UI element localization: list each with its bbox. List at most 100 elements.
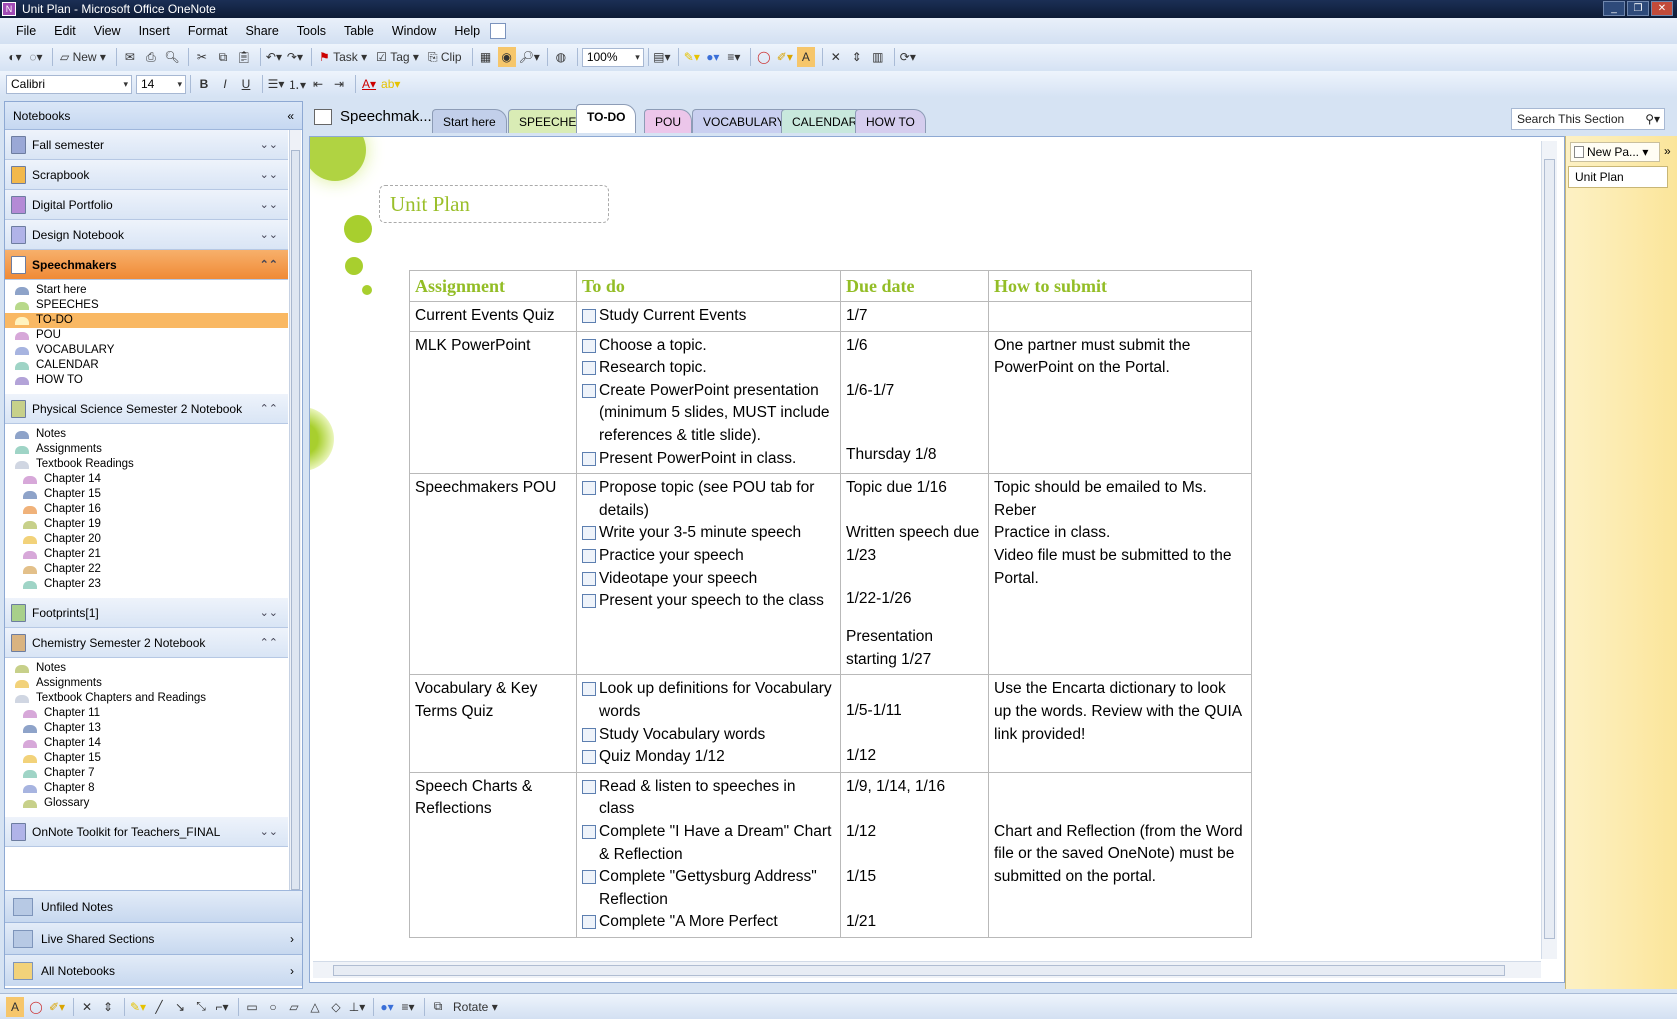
due-date-text[interactable]: Topic due 1/16 <box>846 477 983 522</box>
menu-insert[interactable]: Insert <box>131 24 180 38</box>
zoom-select[interactable]: 100% <box>581 47 644 67</box>
search-icon[interactable]: ⚲▾ <box>1645 109 1660 129</box>
restore-button[interactable]: ❐ <box>1627 1 1649 16</box>
todo-checkbox[interactable] <box>582 451 596 466</box>
increase-indent-icon[interactable]: ⇥ <box>330 74 348 94</box>
section-how-to[interactable]: HOW TO <box>5 373 288 388</box>
section-glossary[interactable]: Glossary <box>5 796 288 811</box>
page-view-icon[interactable]: ▤▾ <box>653 47 671 67</box>
todo-text[interactable]: Choose a topic. <box>599 335 707 358</box>
todo-text[interactable]: Look up definitions for Vocabulary words <box>599 678 835 723</box>
notebook-toolkit[interactable]: OnNote Toolkit for Teachers_FINAL ⌄⌄ <box>5 817 288 847</box>
new-button[interactable]: ▱ New ▾ <box>57 47 109 67</box>
due-date-text[interactable]: 1/21 <box>846 911 983 934</box>
page-tab-unit-plan[interactable]: Unit Plan <box>1568 166 1668 188</box>
copy-icon[interactable]: ⧉ <box>214 47 232 67</box>
table-icon[interactable]: ▦ <box>477 47 495 67</box>
todo-text[interactable]: Present your speech to the class <box>599 590 824 613</box>
axes-icon[interactable]: ⌐▾ <box>213 997 231 1017</box>
section-assignments[interactable]: Assignments <box>5 442 288 457</box>
notebook-chemistry[interactable]: Chemistry Semester 2 Notebook ⌃⌃ <box>5 628 288 658</box>
submit-text[interactable]: Practice in class. <box>994 522 1246 545</box>
due-date-text[interactable]: 1/5-1/11 <box>846 700 983 745</box>
forward-icon[interactable]: ◌▾ <box>27 47 45 67</box>
web-icon[interactable]: ◍ <box>552 47 570 67</box>
submit-cell[interactable]: Use the Encarta dictionary to look up th… <box>988 674 1252 773</box>
color-icon[interactable]: ●▾ <box>378 997 396 1017</box>
page-title[interactable]: Unit Plan <box>379 185 609 223</box>
section-chapter[interactable]: Chapter 16 <box>5 502 288 517</box>
minimize-button[interactable]: _ <box>1603 1 1625 16</box>
type-select-icon[interactable]: A <box>796 47 815 67</box>
todo-checkbox[interactable] <box>582 548 596 563</box>
todo-checkbox[interactable] <box>582 824 596 839</box>
diamond-icon[interactable]: ◇ <box>327 997 345 1017</box>
section-chapter[interactable]: Chapter 14 <box>5 736 288 751</box>
todo-checkbox[interactable] <box>582 594 596 609</box>
paste-icon[interactable]: 📋︎ <box>235 47 253 67</box>
page-horizontal-scrollbar[interactable] <box>313 961 1541 978</box>
search-input[interactable]: Search This Section ⚲▾ <box>1511 108 1665 130</box>
notebook-digital-portfolio[interactable]: Digital Portfolio ⌄⌄ <box>5 190 288 220</box>
todo-checkbox[interactable] <box>582 727 596 742</box>
arrow-icon[interactable]: ↘ <box>171 997 189 1017</box>
notebook-fall-semester[interactable]: Fall semester ⌄⌄ <box>5 130 288 160</box>
todo-text[interactable]: Videotape your speech <box>599 568 757 591</box>
notebook-speechmakers[interactable]: Speechmakers ⌃⌃ <box>5 250 288 280</box>
todo-checkbox[interactable] <box>582 526 596 541</box>
line-icon[interactable]: ╱ <box>150 997 168 1017</box>
todo-text[interactable]: Study Vocabulary words <box>599 724 765 747</box>
menu-file[interactable]: File <box>8 24 46 38</box>
email-icon[interactable]: ✉ <box>121 47 139 67</box>
horizontal-scroll-thumb[interactable] <box>333 965 1505 976</box>
all-notebooks-button[interactable]: All Notebooks › <box>5 954 302 986</box>
assignment-cell[interactable]: MLK PowerPoint <box>409 330 577 475</box>
cut-icon[interactable]: ✂ <box>193 47 211 67</box>
help-context-icon[interactable] <box>490 23 507 39</box>
assignment-cell[interactable]: Current Events Quiz <box>409 301 577 332</box>
section-start-here[interactable]: Start here <box>5 283 288 298</box>
todo-checkbox[interactable] <box>582 571 596 586</box>
font-select[interactable]: Calibri <box>6 74 132 94</box>
underline-button[interactable]: U <box>237 74 255 94</box>
due-date-text[interactable]: 1/12 <box>846 745 983 768</box>
submit-cell[interactable]: One partner must submit the PowerPoint o… <box>988 330 1252 475</box>
section-chapter[interactable]: Chapter 21 <box>5 547 288 562</box>
tab-pou[interactable]: POU <box>644 109 693 133</box>
collapse-nav-icon[interactable]: « <box>287 109 294 123</box>
todo-text[interactable]: Read & listen to speeches in class <box>599 776 835 821</box>
highlighter-icon[interactable]: ✎▾ <box>683 47 701 67</box>
lasso-icon[interactable]: ◯ <box>755 47 773 67</box>
section-chapter[interactable]: Chapter 22 <box>5 562 288 577</box>
menu-table[interactable]: Table <box>336 24 384 38</box>
italic-button[interactable]: I <box>216 74 234 94</box>
todo-text[interactable]: Create PowerPoint presentation (minimum … <box>599 380 835 448</box>
page-canvas[interactable]: Unit Plan Assignment To do Due date How … <box>309 136 1565 983</box>
collapse-icon[interactable]: ⌃⌃ <box>260 258 278 271</box>
section-chapter[interactable]: Chapter 19 <box>5 517 288 532</box>
section-speeches[interactable]: SPEECHES <box>5 298 288 313</box>
new-page-button[interactable]: New Pa... ▾ <box>1570 142 1660 162</box>
todo-checkbox[interactable] <box>582 870 596 885</box>
section-chapter[interactable]: Chapter 8 <box>5 781 288 796</box>
graph-icon[interactable]: ⊥▾ <box>348 997 366 1017</box>
submit-cell[interactable] <box>988 301 1252 332</box>
notebook-design-notebook[interactable]: Design Notebook ⌄⌄ <box>5 220 288 250</box>
todo-checkbox[interactable] <box>582 481 596 496</box>
section-notes[interactable]: Notes <box>5 427 288 442</box>
close-button[interactable]: ✕ <box>1651 1 1673 16</box>
notebook-physical-science[interactable]: Physical Science Semester 2 Notebook ⌃⌃ <box>5 394 288 424</box>
audio-icon[interactable]: ◉ <box>497 47 516 67</box>
font-size-select[interactable]: 14 <box>136 74 186 94</box>
lasso-icon[interactable]: ◯ <box>27 997 45 1017</box>
font-color-button[interactable]: A ▾ <box>360 74 378 94</box>
back-icon[interactable]: ◐▾ <box>6 47 24 67</box>
circle-icon[interactable]: ○ <box>264 997 282 1017</box>
text-highlight-icon[interactable]: ab▾ <box>381 74 400 94</box>
type-select-icon[interactable]: A <box>6 996 24 1017</box>
section-group-textbook-chapters[interactable]: Textbook Chapters and Readings <box>5 691 288 706</box>
section-notes[interactable]: Notes <box>5 661 288 676</box>
menu-view[interactable]: View <box>86 24 131 38</box>
expand-icon[interactable]: ⌄⌄ <box>260 138 278 151</box>
section-chapter[interactable]: Chapter 7 <box>5 766 288 781</box>
